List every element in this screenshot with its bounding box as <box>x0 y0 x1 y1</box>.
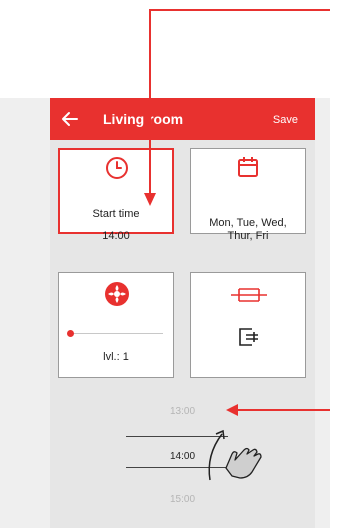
fan-level-card[interactable]: lvl.: 1 <box>58 272 174 378</box>
days-label: Mon, Tue, Wed, Thur, Fri <box>209 217 287 242</box>
start-time-label: Start time <box>92 208 140 220</box>
days-card[interactable]: Mon, Tue, Wed, Thur, Fri <box>190 148 306 242</box>
wheel-item-current[interactable]: 14:00 <box>50 451 315 462</box>
clock-icon <box>106 157 128 179</box>
level-slider-thumb[interactable] <box>67 330 74 337</box>
level-label: lvl.: 1 <box>103 351 129 363</box>
arrow-left-icon[interactable] <box>60 109 80 129</box>
save-button[interactable]: Save <box>273 114 298 126</box>
swipe-gesture-icon <box>208 429 262 481</box>
bypass-icon <box>239 328 258 346</box>
fan-icon <box>105 282 129 306</box>
start-time-value: 14:00 <box>102 230 130 242</box>
wheel-item-prev[interactable]: 13:00 <box>50 406 315 417</box>
start-time-card[interactable]: Start time 14:00 <box>58 148 174 242</box>
app-bar: Living room Save <box>50 98 315 140</box>
app-screen: Living room Save Start time 14:00 Mon, T… <box>50 98 315 528</box>
calendar-icon <box>238 157 258 177</box>
bypass-card[interactable] <box>190 272 306 378</box>
level-slider-track[interactable] <box>69 333 163 334</box>
wheel-item-next[interactable]: 15:00 <box>50 494 315 505</box>
page-title: Living room <box>103 111 184 127</box>
expand-arrows-icon <box>231 288 267 302</box>
